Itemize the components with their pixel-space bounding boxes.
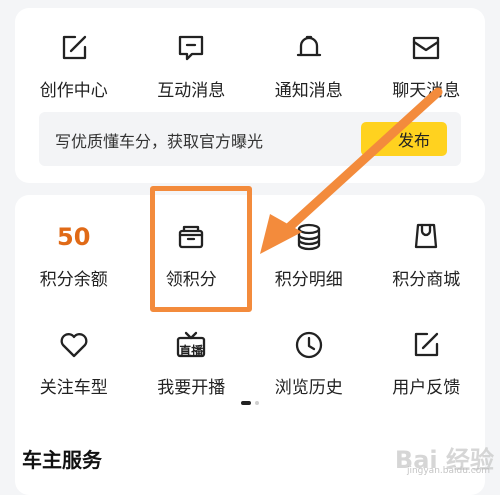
section-title: 车主服务 xyxy=(22,448,102,472)
notification-message-label: 通知消息 xyxy=(274,81,343,101)
followed-models-label: 关注车型 xyxy=(39,378,108,398)
points-balance-item[interactable]: 50 积分余额 xyxy=(15,219,133,290)
pen-icon xyxy=(379,131,394,146)
edit-square-icon xyxy=(56,30,92,66)
envelope-icon xyxy=(408,30,444,66)
publish-button-label: 发布 xyxy=(397,131,430,150)
points-mall-item[interactable]: 积分商城 xyxy=(368,219,486,290)
watermark-url: jingyan.baidu.com xyxy=(406,466,490,476)
live-icon-text: 直播 xyxy=(179,343,204,358)
points-detail-label: 积分明细 xyxy=(274,270,343,290)
followed-models-item[interactable]: 关注车型 xyxy=(15,327,133,398)
interaction-message-item[interactable]: 互动消息 xyxy=(133,30,251,101)
coin-stack-icon xyxy=(291,219,327,255)
shopping-bag-icon xyxy=(408,219,444,255)
interaction-message-label: 互动消息 xyxy=(157,81,226,101)
message-row: 创作中心 互动消息 通知消息 聊天消息 xyxy=(15,30,485,101)
heart-icon xyxy=(56,327,92,363)
page-dot-active xyxy=(241,401,251,405)
browsing-history-item[interactable]: 浏览历史 xyxy=(250,327,368,398)
service-row: 关注车型 直播 我要开播 浏览历史 用户反馈 xyxy=(15,327,485,398)
page-dot xyxy=(255,401,259,405)
publish-button[interactable]: 发布 xyxy=(361,122,447,156)
points-balance-label: 积分余额 xyxy=(39,270,108,290)
creator-card: 创作中心 互动消息 通知消息 聊天消息 写优质懂车分，获取官方曝光 发布 xyxy=(15,8,485,183)
notification-message-item[interactable]: 通知消息 xyxy=(250,30,368,101)
edit-square-icon xyxy=(408,327,444,363)
browsing-history-label: 浏览历史 xyxy=(274,378,343,398)
chat-message-label: 聊天消息 xyxy=(392,81,461,101)
chat-message-item[interactable]: 聊天消息 xyxy=(368,30,486,101)
points-detail-item[interactable]: 积分明细 xyxy=(250,219,368,290)
banner-text: 写优质懂车分，获取官方曝光 xyxy=(55,132,264,151)
publish-banner: 写优质懂车分，获取官方曝光 发布 xyxy=(39,112,461,166)
bell-icon xyxy=(291,30,327,66)
go-live-item[interactable]: 直播 我要开播 xyxy=(133,327,251,398)
clock-icon xyxy=(291,327,327,363)
user-feedback-item[interactable]: 用户反馈 xyxy=(368,327,486,398)
creator-center-label: 创作中心 xyxy=(39,81,108,101)
creator-center-item[interactable]: 创作中心 xyxy=(15,30,133,101)
points-balance-value: 50 xyxy=(57,223,91,251)
points-mall-label: 积分商城 xyxy=(392,270,461,290)
chat-bubble-icon xyxy=(173,30,209,66)
user-feedback-label: 用户反馈 xyxy=(392,378,461,398)
page-indicator xyxy=(241,401,259,405)
live-tv-icon: 直播 xyxy=(173,327,209,363)
go-live-label: 我要开播 xyxy=(157,378,226,398)
annotation-highlight-box xyxy=(150,186,252,312)
